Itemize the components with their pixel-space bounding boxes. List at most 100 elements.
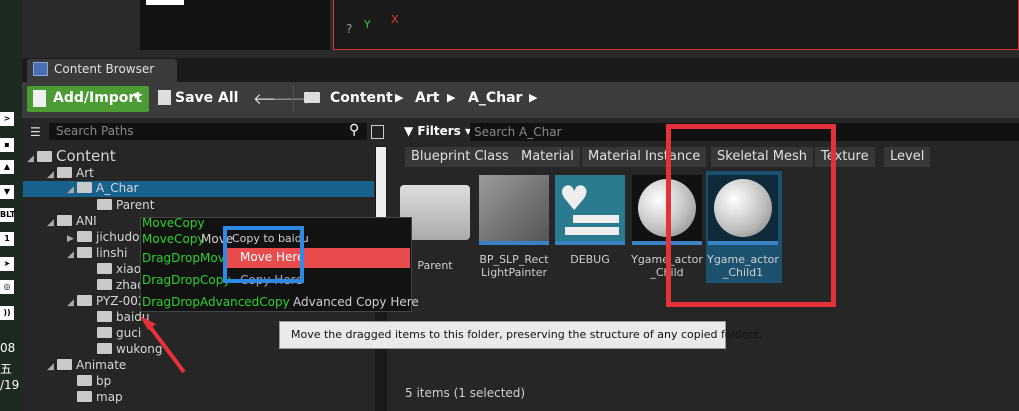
taskbar-icon[interactable]: 1 — [0, 232, 14, 246]
chevron-right-icon[interactable]: ▶ — [395, 91, 403, 104]
tree-row-label: Art — [76, 166, 94, 180]
collapse-arrow-icon[interactable]: ◢ — [67, 250, 77, 260]
tree-row[interactable]: guci — [87, 326, 141, 342]
top-left-panel — [140, 0, 330, 50]
viewport-help-icon[interactable]: ? — [346, 22, 352, 36]
breadcrumb-art[interactable]: Art — [415, 90, 439, 106]
toggle-sources-icon[interactable]: ☰ — [30, 125, 41, 139]
tree-row[interactable]: ◢ Content — [27, 147, 116, 165]
folder-icon — [77, 295, 92, 306]
level-viewport[interactable]: ? Y X — [333, 0, 1019, 50]
taskbar-text: 五 — [0, 362, 13, 376]
breadcrumb-content[interactable]: Content — [330, 90, 393, 106]
folder-icon — [77, 231, 92, 242]
asset-search-placeholder: Search A_Char — [474, 125, 562, 139]
tree-row-label: A_Char — [96, 181, 139, 195]
taskbar-icon[interactable]: ▪ — [0, 138, 14, 152]
folder-icon — [77, 182, 92, 193]
taskbar-icon[interactable]: ▼ — [0, 185, 14, 199]
folder-icon — [77, 375, 92, 386]
folder-icon — [97, 279, 112, 290]
breadcrumb-a-char[interactable]: A_Char — [468, 90, 522, 106]
content-browser-icon — [33, 62, 48, 76]
save-all-button[interactable]: Save All — [175, 90, 238, 106]
drag-item-advancedcopy[interactable]: DragDropAdvancedCopy — [142, 295, 290, 309]
funnel-icon: ▼ — [404, 124, 414, 138]
annotation-red-rectangle — [666, 124, 836, 307]
asset-label: DEBUG — [570, 253, 610, 266]
filter-chip[interactable]: Level — [884, 147, 931, 167]
filter-chip[interactable]: Material — [515, 147, 580, 167]
bar-icon — [565, 227, 619, 235]
advanced-copy-here-option[interactable]: Advanced Copy Here — [293, 295, 419, 309]
tree-row[interactable]: bp — [67, 374, 111, 390]
collapse-arrow-icon[interactable]: ◢ — [27, 154, 37, 164]
filters-label: Filters — [417, 124, 461, 138]
annotation-blue-box — [223, 226, 304, 283]
tree-options-icon[interactable] — [371, 125, 384, 139]
folder-icon — [37, 151, 52, 162]
drag-item-movecopy[interactable]: MoveCopy — [142, 232, 205, 246]
tree-row[interactable]: ◢ A_Char — [67, 181, 138, 197]
save-icon — [158, 90, 171, 105]
taskbar-text: 08 — [0, 341, 16, 355]
tree-row[interactable]: ◢ ANI — [47, 214, 97, 230]
bar-icon — [573, 215, 619, 223]
axis-x-label: X — [391, 13, 399, 26]
folder-icon — [77, 391, 92, 402]
folder-icon — [304, 92, 320, 103]
tab-label: Content Browser — [54, 62, 155, 76]
tree-row-label: Animate — [76, 358, 127, 372]
folder-icon — [97, 311, 112, 322]
drag-item-movecopy[interactable]: MoveCopy — [142, 216, 205, 230]
toolbar-divider — [293, 86, 294, 112]
folder-icon — [77, 247, 92, 258]
folder-icon — [97, 263, 112, 274]
expand-arrow-icon[interactable]: ▶ — [67, 234, 77, 244]
collapse-arrow-icon[interactable]: ◢ — [47, 218, 57, 228]
tree-row-label: bp — [96, 374, 112, 388]
taskbar-icon[interactable]: ▲ — [0, 160, 14, 174]
annotation-red-arrow — [140, 316, 186, 374]
tree-row[interactable]: ◢ Art — [47, 166, 94, 182]
caret-down-icon: ▾ — [133, 89, 139, 102]
drag-item-dragdropmove[interactable]: DragDropMove — [142, 251, 232, 265]
chevron-right-icon[interactable]: ▶ — [447, 91, 455, 104]
tree-row[interactable]: Parent — [87, 198, 154, 214]
top-white-box — [146, 0, 184, 5]
tree-row[interactable]: ◢ linshi — [67, 246, 127, 262]
drag-item-dragdropcopy[interactable]: DragDropCopy — [142, 273, 230, 287]
asset-label: BP_SLP_RectLightPainter — [479, 253, 549, 279]
chevron-right-icon[interactable]: ▶ — [529, 91, 537, 104]
tree-row-label: Content — [56, 147, 116, 165]
filter-chip[interactable]: Blueprint Class — [405, 147, 515, 167]
collapse-arrow-icon[interactable]: ◢ — [47, 170, 57, 180]
folder-icon — [97, 327, 112, 338]
tree-row[interactable]: ◢ PYZ-002j — [67, 294, 149, 310]
taskbar-icon[interactable]: BLT — [0, 208, 15, 222]
tree-row[interactable]: map — [67, 390, 123, 406]
folder-icon — [97, 343, 112, 354]
folder-icon — [57, 167, 72, 178]
collapse-arrow-icon[interactable]: ◢ — [67, 185, 77, 195]
tree-row-label: guci — [116, 326, 142, 340]
taskbar-icon[interactable]: ➤ — [0, 257, 14, 271]
asset-thumbnail[interactable] — [479, 175, 549, 245]
axis-y-label: Y — [364, 18, 371, 31]
tree-row[interactable]: ◢ Animate — [47, 358, 126, 374]
tree-row-label: Parent — [116, 198, 155, 212]
taskbar-icon[interactable]: > — [0, 112, 14, 126]
add-import-label: Add/Import — [53, 90, 143, 106]
folder-icon — [97, 199, 112, 210]
collapse-arrow-icon[interactable]: ◢ — [47, 362, 57, 372]
folder-icon — [57, 359, 72, 370]
asset-thumbnail[interactable]: ♥ — [555, 175, 625, 245]
taskbar-icon[interactable]: ◎ — [0, 280, 14, 294]
tree-row-label: map — [96, 390, 123, 404]
new-file-icon — [33, 90, 46, 107]
search-icon[interactable]: ⚲ — [349, 122, 359, 138]
filters-button[interactable]: ▼ Filters ▾ — [404, 124, 471, 138]
collapse-arrow-icon[interactable]: ◢ — [67, 298, 77, 308]
taskbar-icon[interactable]: )) — [0, 306, 14, 320]
heart-icon: ♥ — [559, 179, 590, 219]
